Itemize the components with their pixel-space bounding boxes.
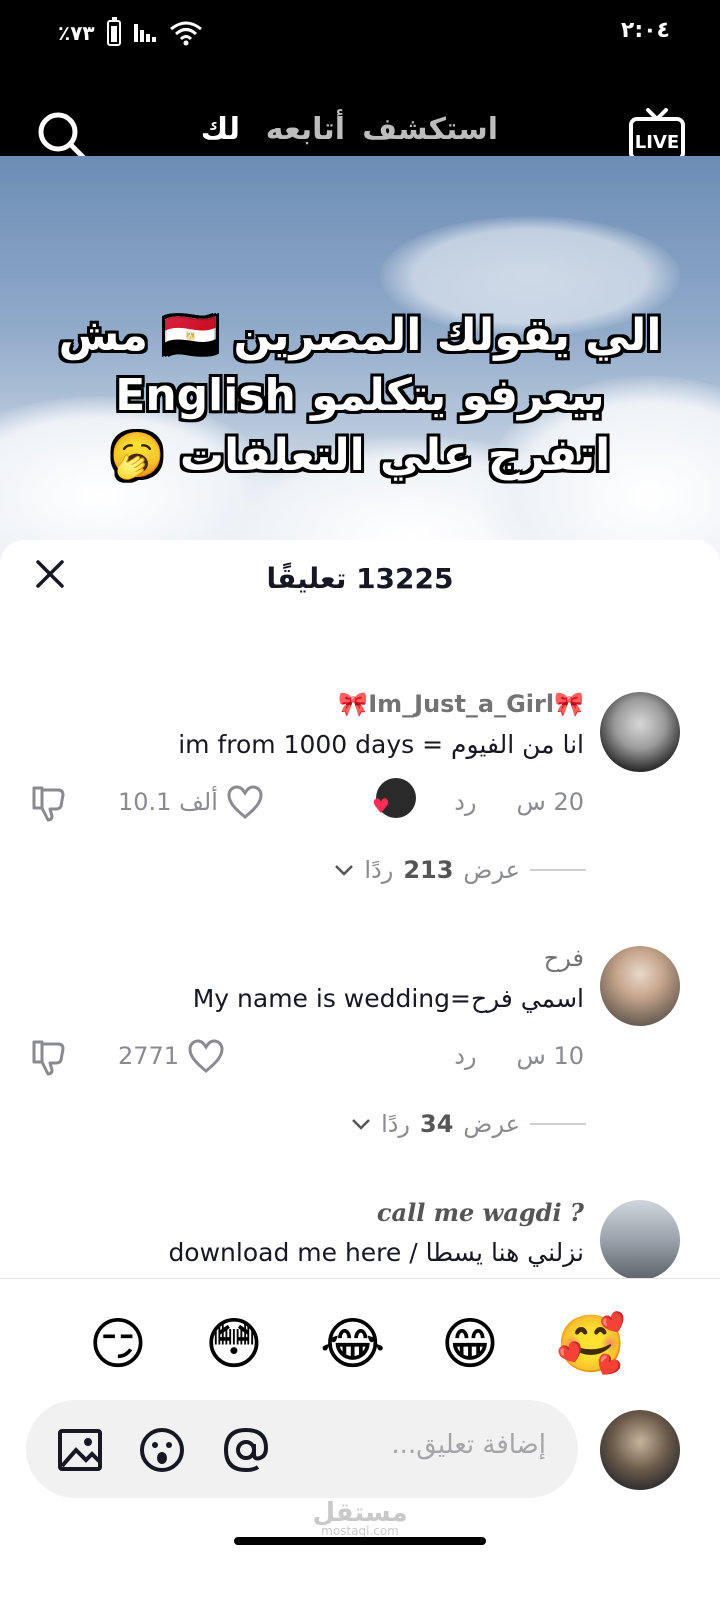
comment-item: فرح اسمي فرح=My name is wedding 10 س رد … (0, 944, 720, 1144)
search-icon[interactable] (36, 110, 88, 162)
comment-item: 🎀Im_Just_a_Girl🎀 انا من الفيوم = im from… (0, 690, 720, 890)
feed-tabs: لك أتابعه استكشف (200, 112, 520, 162)
tab-following[interactable]: أتابعه (266, 112, 345, 147)
caption-line: الي يقولك المصرين 🇪🇬 مش (58, 310, 662, 361)
chevron-down-icon (335, 865, 354, 876)
comment-username[interactable]: 🎀Im_Just_a_Girl🎀 (338, 690, 584, 718)
emoji-button[interactable]: 😳 (202, 1313, 266, 1377)
creator-heart-icon: ♥ (372, 794, 390, 818)
comment-input[interactable]: إضافة تعليق... (26, 1400, 578, 1498)
tab-explore[interactable]: استكشف (362, 112, 498, 147)
avatar[interactable] (600, 692, 680, 772)
view-replies-button[interactable]: عرض 213 ردًا (330, 850, 586, 890)
like-count: 10.1 ألف (118, 788, 218, 816)
divider-line (530, 1123, 586, 1125)
comment-input-placeholder: إضافة تعليق... (391, 1430, 546, 1460)
comment-item: ? call me wagdi نزلني هنا يسطا / downloa… (0, 1198, 720, 1278)
emoji-button[interactable]: 😁 (438, 1313, 502, 1377)
dislike-icon[interactable] (28, 1038, 68, 1078)
wifi-icon (169, 21, 202, 46)
status-left: ٪٧٣ (58, 17, 203, 46)
comments-count-title: 13225 تعليقًا (266, 562, 454, 595)
avatar[interactable] (600, 946, 680, 1026)
tab-for-you[interactable]: لك (201, 112, 240, 147)
view-replies-suffix: ردًا (381, 1110, 411, 1138)
emoji-icon[interactable] (138, 1426, 186, 1474)
video-caption: الي يقولك المصرين 🇪🇬 مش بيعرفو يتكلمو En… (40, 306, 680, 486)
comment-text: انا من الفيوم = im from 1000 days (178, 730, 584, 759)
comment-username[interactable]: فرح (544, 944, 584, 972)
battery-percent: ٪٧٣ (58, 21, 95, 45)
view-replies-button[interactable]: عرض 34 ردًا (330, 1104, 586, 1144)
emoji-button[interactable]: 🥰 (556, 1313, 626, 1377)
caption-line: اتفرج علي التعلقات 🥱 (109, 430, 611, 481)
heart-icon[interactable] (187, 1038, 225, 1074)
video-player[interactable]: الي يقولك المصرين 🇪🇬 مش بيعرفو يتكلمو En… (0, 156, 720, 576)
divider-line (530, 869, 586, 871)
emoji-button[interactable]: 😂 (320, 1313, 385, 1377)
top-nav: لك أتابعه استكشف LIVE (0, 70, 720, 161)
my-avatar (600, 1410, 680, 1490)
comment-age: 20 س (516, 788, 584, 816)
comment-text: اسمي فرح=My name is wedding (192, 984, 584, 1013)
clock: ٢:٠٤ (620, 18, 670, 43)
replies-count: 213 (403, 856, 454, 884)
signal-icon (133, 24, 156, 42)
heart-icon[interactable] (226, 784, 264, 820)
view-replies-prefix: عرض (463, 856, 520, 884)
live-label: LIVE (635, 132, 679, 153)
emoji-quick-bar: 🥰 😁 😂 😳 😏 (0, 1278, 720, 1398)
replies-count: 34 (420, 1110, 454, 1138)
image-icon[interactable] (56, 1426, 104, 1474)
comment-text: نزلني هنا يسطا / download me here (168, 1238, 584, 1267)
like-button[interactable]: 2771 (118, 1038, 225, 1074)
caption-line: بيعرفو يتكلمو English (115, 370, 605, 421)
home-indicator[interactable] (234, 1537, 486, 1545)
chevron-down-icon (352, 1119, 370, 1130)
like-button[interactable]: 10.1 ألف (118, 784, 264, 820)
like-count: 2771 (118, 1042, 180, 1070)
view-replies-suffix: ردًا (364, 856, 394, 884)
emoji-button[interactable]: 😏 (86, 1313, 150, 1377)
avatar[interactable] (600, 1200, 680, 1278)
battery-icon (106, 17, 121, 46)
dislike-icon[interactable] (28, 784, 68, 824)
status-bar: ٪٧٣ ٢:٠٤ (0, 0, 720, 70)
live-icon[interactable]: LIVE (628, 108, 686, 162)
comment-meta: 10 س رد (454, 1042, 584, 1070)
reply-button[interactable]: رد (454, 788, 476, 816)
comment-username[interactable]: ? call me wagdi (377, 1198, 584, 1227)
mention-icon[interactable] (222, 1426, 270, 1474)
comment-age: 10 س (516, 1042, 584, 1070)
comment-meta: 20 س رد (454, 788, 584, 816)
view-replies-prefix: عرض (463, 1110, 520, 1138)
watermark-logo: مستقل mostaql.com (312, 1498, 408, 1538)
reply-button[interactable]: رد (454, 1042, 476, 1070)
